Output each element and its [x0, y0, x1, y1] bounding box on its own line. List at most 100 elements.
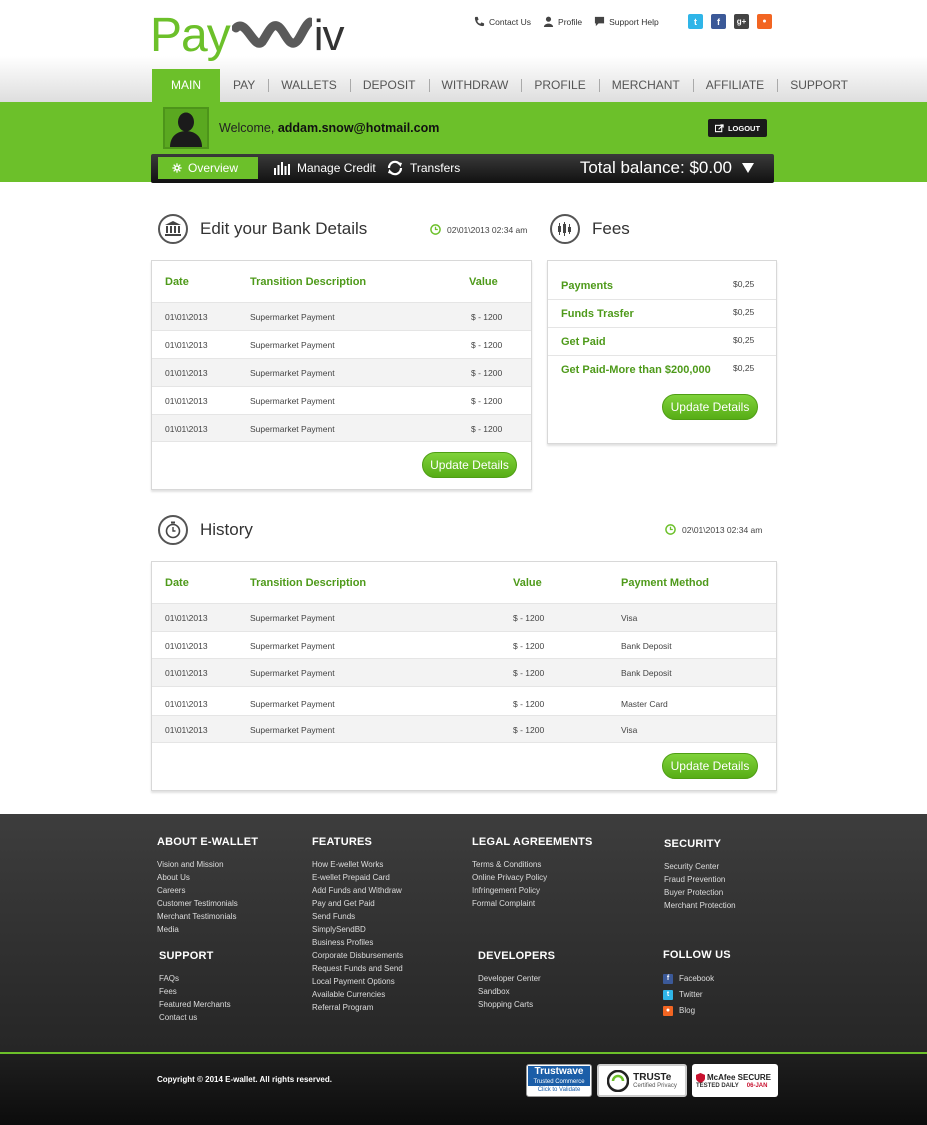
mcafee-title: McAfee SECURE [696, 1072, 771, 1083]
avatar[interactable] [163, 107, 209, 149]
footer-link[interactable]: Shopping Carts [478, 998, 555, 1011]
cell-value: $ - 1200 [471, 312, 503, 322]
logo-swoosh-icon [231, 17, 312, 48]
nav-pay[interactable]: PAY [220, 69, 268, 102]
footer-link[interactable]: About Us [157, 871, 258, 884]
footer-link[interactable]: Referral Program [312, 1001, 403, 1014]
truste-badge[interactable]: TRUSTe Certified Privacy [597, 1064, 687, 1097]
history-timestamp-text: 02\01\2013 02:34 am [682, 524, 763, 535]
truste-text: TRUSTe Certified Privacy [633, 1072, 677, 1089]
nav-support[interactable]: SUPPORT [777, 69, 861, 102]
phone-icon [474, 16, 485, 27]
table-row[interactable]: 01\01\2013 Supermarket Payment $ - 1200 … [152, 715, 776, 743]
footer-link[interactable]: Media [157, 923, 258, 936]
cell-value: $ - 1200 [471, 368, 503, 378]
footer-link[interactable]: Sandbox [478, 985, 555, 998]
cell-date: 01\01\2013 [165, 668, 208, 678]
trustwave-badge[interactable]: Trustwave Trusted Commerce Click to Vali… [526, 1064, 592, 1097]
history-update-details-button[interactable]: Update Details [662, 753, 758, 779]
footer-link[interactable]: Vision and Mission [157, 858, 258, 871]
table-row[interactable]: 01\01\2013 Supermarket Payment $ - 1200 [152, 330, 531, 358]
footer-link[interactable]: Formal Complaint [472, 897, 593, 910]
footer-link[interactable]: SimplySendBD [312, 923, 403, 936]
footer-link[interactable]: Careers [157, 884, 258, 897]
fee-value: $0,25 [733, 307, 755, 317]
footer-link[interactable]: Online Privacy Policy [472, 871, 593, 884]
footer-link[interactable]: Available Currencies [312, 988, 403, 1001]
footer-link[interactable]: Terms & Conditions [472, 858, 593, 871]
bank-update-details-button[interactable]: Update Details [422, 452, 517, 478]
footer-link[interactable]: Developer Center [478, 972, 555, 985]
mcafee-badge[interactable]: McAfee SECURE TESTED DAILY 06-JAN [692, 1064, 778, 1097]
nav-main[interactable]: MAIN [152, 69, 220, 102]
history-table-header: Date Transition Description Value Paymen… [152, 562, 776, 604]
bar-chart-icon [274, 162, 290, 175]
footer-link[interactable]: Add Funds and Withdraw [312, 884, 403, 897]
footer-about: ABOUT E-WALLET Vision and Mission About … [157, 836, 258, 936]
tab-overview-label: Overview [187, 161, 238, 175]
footer-link[interactable]: Corporate Disbursements [312, 949, 403, 962]
fees-update-details-button[interactable]: Update Details [662, 394, 758, 420]
footer-developers-title: DEVELOPERS [478, 950, 556, 962]
footer-link[interactable]: How E-wellet Works [312, 858, 403, 871]
footer-blog-link[interactable]: ● Blog [663, 1003, 731, 1019]
table-row[interactable]: 01\01\2013 Supermarket Payment $ - 1200 [152, 358, 531, 386]
table-row[interactable]: 01\01\2013 Supermarket Payment $ - 1200 [152, 414, 531, 442]
profile-link[interactable]: Profile [543, 16, 582, 27]
cell-value: $ - 1200 [513, 725, 545, 735]
footer-link-label: Facebook [679, 974, 715, 983]
nav-deposit[interactable]: DEPOSIT [349, 69, 429, 102]
cell-description: Supermarket Payment [250, 312, 335, 322]
footer-link[interactable]: Send Funds [312, 910, 403, 923]
nav-withdraw[interactable]: WITHDRAW [428, 69, 522, 102]
footer-link[interactable]: Request Funds and Send [312, 962, 403, 975]
footer-link[interactable]: Customer Testimonials [157, 897, 258, 910]
fee-row: Get Paid $0,25 [548, 328, 776, 356]
footer-link[interactable]: Contact us [159, 1011, 231, 1024]
table-row[interactable]: 01\01\2013 Supermarket Payment $ - 1200 … [152, 631, 776, 659]
footer-link[interactable]: Security Center [664, 860, 736, 873]
footer-link[interactable]: E-wellet Prepaid Card [312, 871, 403, 884]
footer-link-label: Blog [679, 1006, 696, 1015]
rss-icon[interactable]: ● [757, 14, 772, 29]
table-row[interactable]: 01\01\2013 Supermarket Payment $ - 1200 [152, 302, 531, 330]
footer-link[interactable]: Merchant Protection [664, 899, 736, 912]
twitter-icon[interactable]: t [688, 14, 703, 29]
footer-link[interactable]: Local Payment Options [312, 975, 403, 988]
table-row[interactable]: 01\01\2013 Supermarket Payment $ - 1200 [152, 386, 531, 414]
footer-twitter-link[interactable]: t Twitter [663, 987, 731, 1003]
footer-link[interactable]: Buyer Protection [664, 886, 736, 899]
profile-label: Profile [558, 16, 583, 27]
tab-overview[interactable]: Overview [158, 157, 258, 179]
facebook-icon[interactable]: f [711, 14, 726, 29]
nav-wallets[interactable]: WALLETS [268, 69, 350, 102]
tab-transfers[interactable]: Transfers [386, 157, 460, 179]
twitter-icon: t [663, 990, 673, 1000]
table-row[interactable]: 01\01\2013 Supermarket Payment $ - 1200 … [152, 603, 776, 631]
tab-manage-credit[interactable]: Manage Credit [273, 157, 376, 179]
bank-table-header: Date Transition Description Value [152, 261, 531, 303]
footer-link[interactable]: Business Profiles [312, 936, 403, 949]
footer-link[interactable]: Merchant Testimonials [157, 910, 258, 923]
footer-facebook-link[interactable]: f Facebook [663, 971, 731, 987]
nav-profile[interactable]: PROFILE [521, 69, 598, 102]
contact-us-link[interactable]: Contact Us [474, 16, 531, 27]
social-links: t f g+ ● [688, 14, 772, 29]
nav-merchant[interactable]: MERCHANT [598, 69, 693, 102]
logout-button[interactable]: LOGOUT [708, 119, 767, 137]
footer-link[interactable]: Featured Merchants [159, 998, 231, 1011]
total-balance: Total balance: $0.00 [579, 158, 732, 177]
googleplus-icon[interactable]: g+ [734, 14, 749, 29]
nav-affiliate[interactable]: AFFILIATE [692, 69, 777, 102]
support-help-link[interactable]: Support Help [594, 16, 659, 27]
table-row[interactable]: 01\01\2013 Supermarket Payment $ - 1200 … [152, 658, 776, 686]
logo[interactable]: Pay iv [150, 8, 344, 64]
footer-link[interactable]: Fees [159, 985, 231, 998]
table-row[interactable]: 01\01\2013 Supermarket Payment $ - 1200 … [152, 686, 776, 714]
footer-link[interactable]: Infringement Policy [472, 884, 593, 897]
cell-payment-method: Bank Deposit [621, 668, 672, 678]
footer-link[interactable]: Pay and Get Paid [312, 897, 403, 910]
total-balance-dropdown[interactable]: Total balance: $0.00 [580, 157, 754, 179]
footer-link[interactable]: Fraud Prevention [664, 873, 736, 886]
footer-link[interactable]: FAQs [159, 972, 231, 985]
